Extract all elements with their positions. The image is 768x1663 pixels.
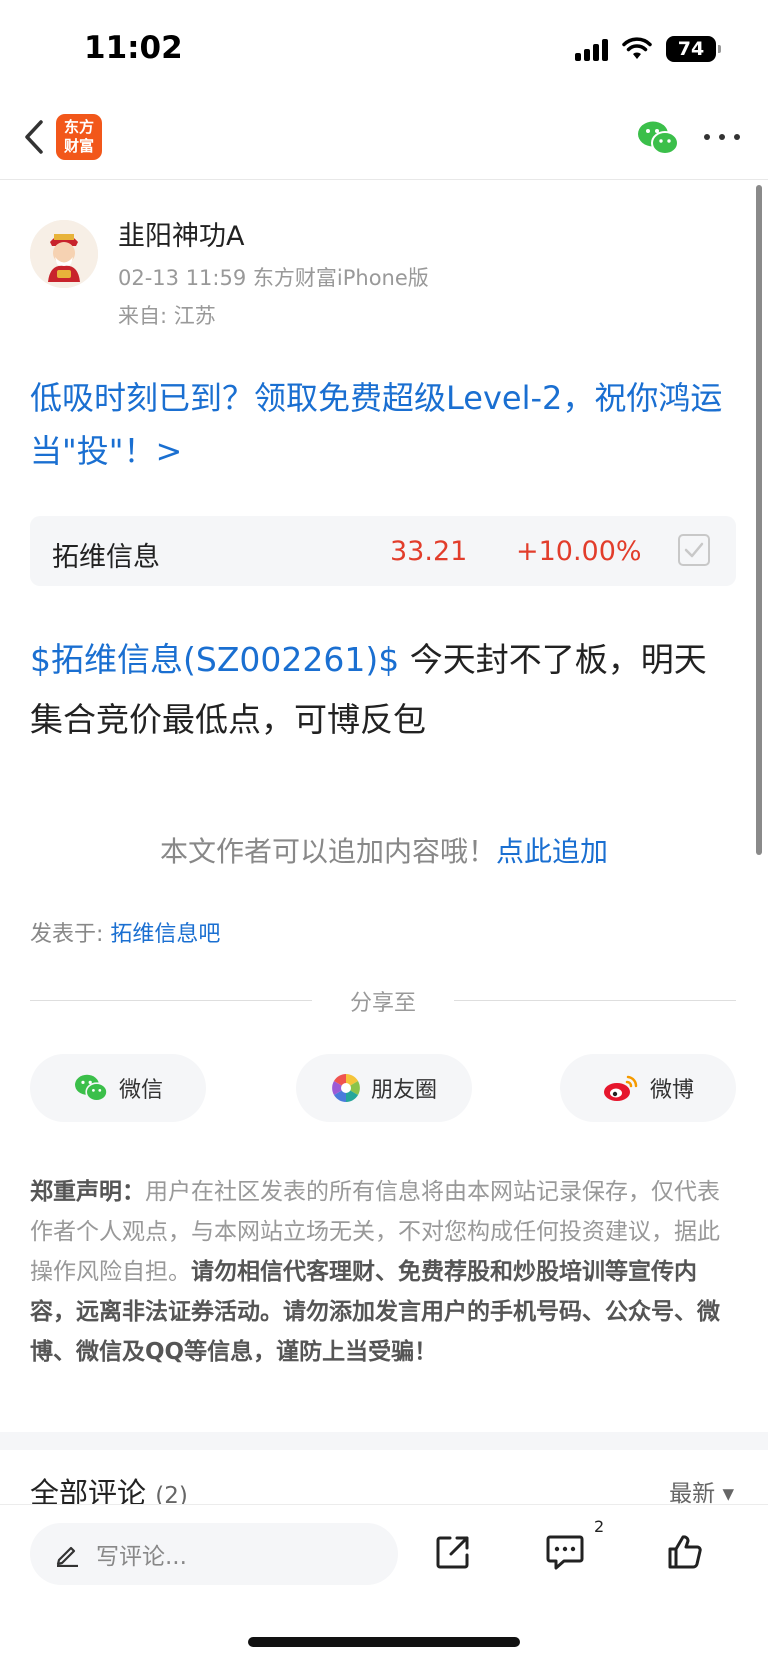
- wechat-icon: [74, 1074, 108, 1102]
- stock-price: 33.21: [390, 536, 468, 567]
- post-meta: 02-13 11:59 东方财富iPhone版: [118, 266, 429, 290]
- append-hint-text: 本文作者可以追加内容哦！: [159, 835, 496, 868]
- like-button[interactable]: [662, 1529, 708, 1575]
- share-wechat-label: 微信: [118, 1078, 163, 1103]
- pencil-icon: [56, 1546, 78, 1567]
- forum-link[interactable]: 拓维信息吧: [110, 922, 220, 947]
- moments-icon: [332, 1074, 360, 1102]
- add-watchlist-checkbox[interactable]: [678, 534, 710, 566]
- share-divider: 分享至: [30, 985, 736, 1016]
- more-options-button[interactable]: [704, 122, 740, 152]
- chevron-left-icon: [25, 120, 43, 154]
- stock-change: +10.00%: [516, 536, 642, 567]
- scrollbar[interactable]: [756, 185, 762, 855]
- status-icons: 74: [575, 36, 721, 62]
- nav-bar: 东方 财富: [0, 100, 768, 180]
- post-body: $拓维信息(SZ002261)$ 今天封不了板，明天集合竞价最低点，可博反包: [30, 630, 730, 750]
- comments-button[interactable]: [542, 1529, 588, 1575]
- forward-button[interactable]: [430, 1529, 476, 1575]
- comment-input[interactable]: 写评论...: [30, 1523, 398, 1585]
- back-button[interactable]: [14, 112, 54, 162]
- append-content-link[interactable]: 点此追加: [496, 835, 608, 868]
- home-indicator: [248, 1637, 520, 1647]
- post-location: 来自: 江苏: [118, 304, 216, 328]
- checkmark-icon: [684, 542, 704, 558]
- posted-in: 发表于: 拓维信息吧: [30, 916, 220, 948]
- stock-tag-link[interactable]: $拓维信息(SZ002261)$: [30, 640, 399, 679]
- stock-name: 拓维信息: [52, 542, 160, 573]
- logo-line-1: 东方: [63, 118, 94, 136]
- dot: [704, 134, 710, 140]
- comment-input-placeholder: 写评论...: [96, 1544, 187, 1570]
- comment-bubble-icon: [546, 1535, 584, 1570]
- bottom-bar: 写评论... 2: [0, 1504, 768, 1663]
- dot: [734, 134, 740, 140]
- avatar-image: [30, 220, 98, 288]
- promo-link[interactable]: 低吸时刻已到？领取免费超级Level-2，祝你鸿运当"投"！>: [30, 372, 740, 478]
- share-weibo-label: 微博: [649, 1078, 694, 1103]
- share-moments-button[interactable]: 朋友圈: [296, 1054, 472, 1122]
- cellular-signal-icon: [575, 37, 608, 61]
- posted-in-label: 发表于:: [30, 922, 111, 947]
- share-out-icon: [436, 1536, 469, 1569]
- app-logo[interactable]: 东方 财富: [56, 114, 102, 160]
- wechat-share-icon[interactable]: [636, 118, 680, 158]
- divider-line: [454, 1000, 736, 1001]
- wifi-icon: [622, 37, 652, 59]
- author-name[interactable]: 韭阳神功A: [118, 214, 244, 253]
- avatar[interactable]: [30, 220, 98, 288]
- logo-line-2: 财富: [63, 137, 94, 155]
- weibo-icon: [603, 1075, 638, 1101]
- status-bar: 11:02 74: [0, 0, 768, 100]
- sort-select[interactable]: 最新 ▾: [669, 1474, 734, 1508]
- share-wechat-button[interactable]: 微信: [30, 1054, 206, 1122]
- append-hint: 本文作者可以追加内容哦！点此追加: [0, 830, 768, 870]
- stock-card[interactable]: 拓维信息 33.21 +10.00%: [30, 516, 736, 586]
- section-divider: [0, 1432, 768, 1450]
- disclaimer: 郑重声明：用户在社区发表的所有信息将由本网站记录保存，仅代表作者个人观点，与本网…: [30, 1172, 742, 1372]
- share-weibo-button[interactable]: 微博: [560, 1054, 736, 1122]
- battery-icon: 74: [666, 36, 721, 62]
- thumbs-up-icon: [668, 1535, 702, 1569]
- dot: [719, 134, 725, 140]
- share-label: 分享至: [349, 991, 416, 1016]
- comment-count-badge: 2: [594, 1517, 605, 1536]
- status-time: 11:02: [84, 30, 183, 66]
- share-moments-label: 朋友圈: [370, 1078, 437, 1103]
- disclaimer-heading: 郑重声明：: [30, 1179, 145, 1205]
